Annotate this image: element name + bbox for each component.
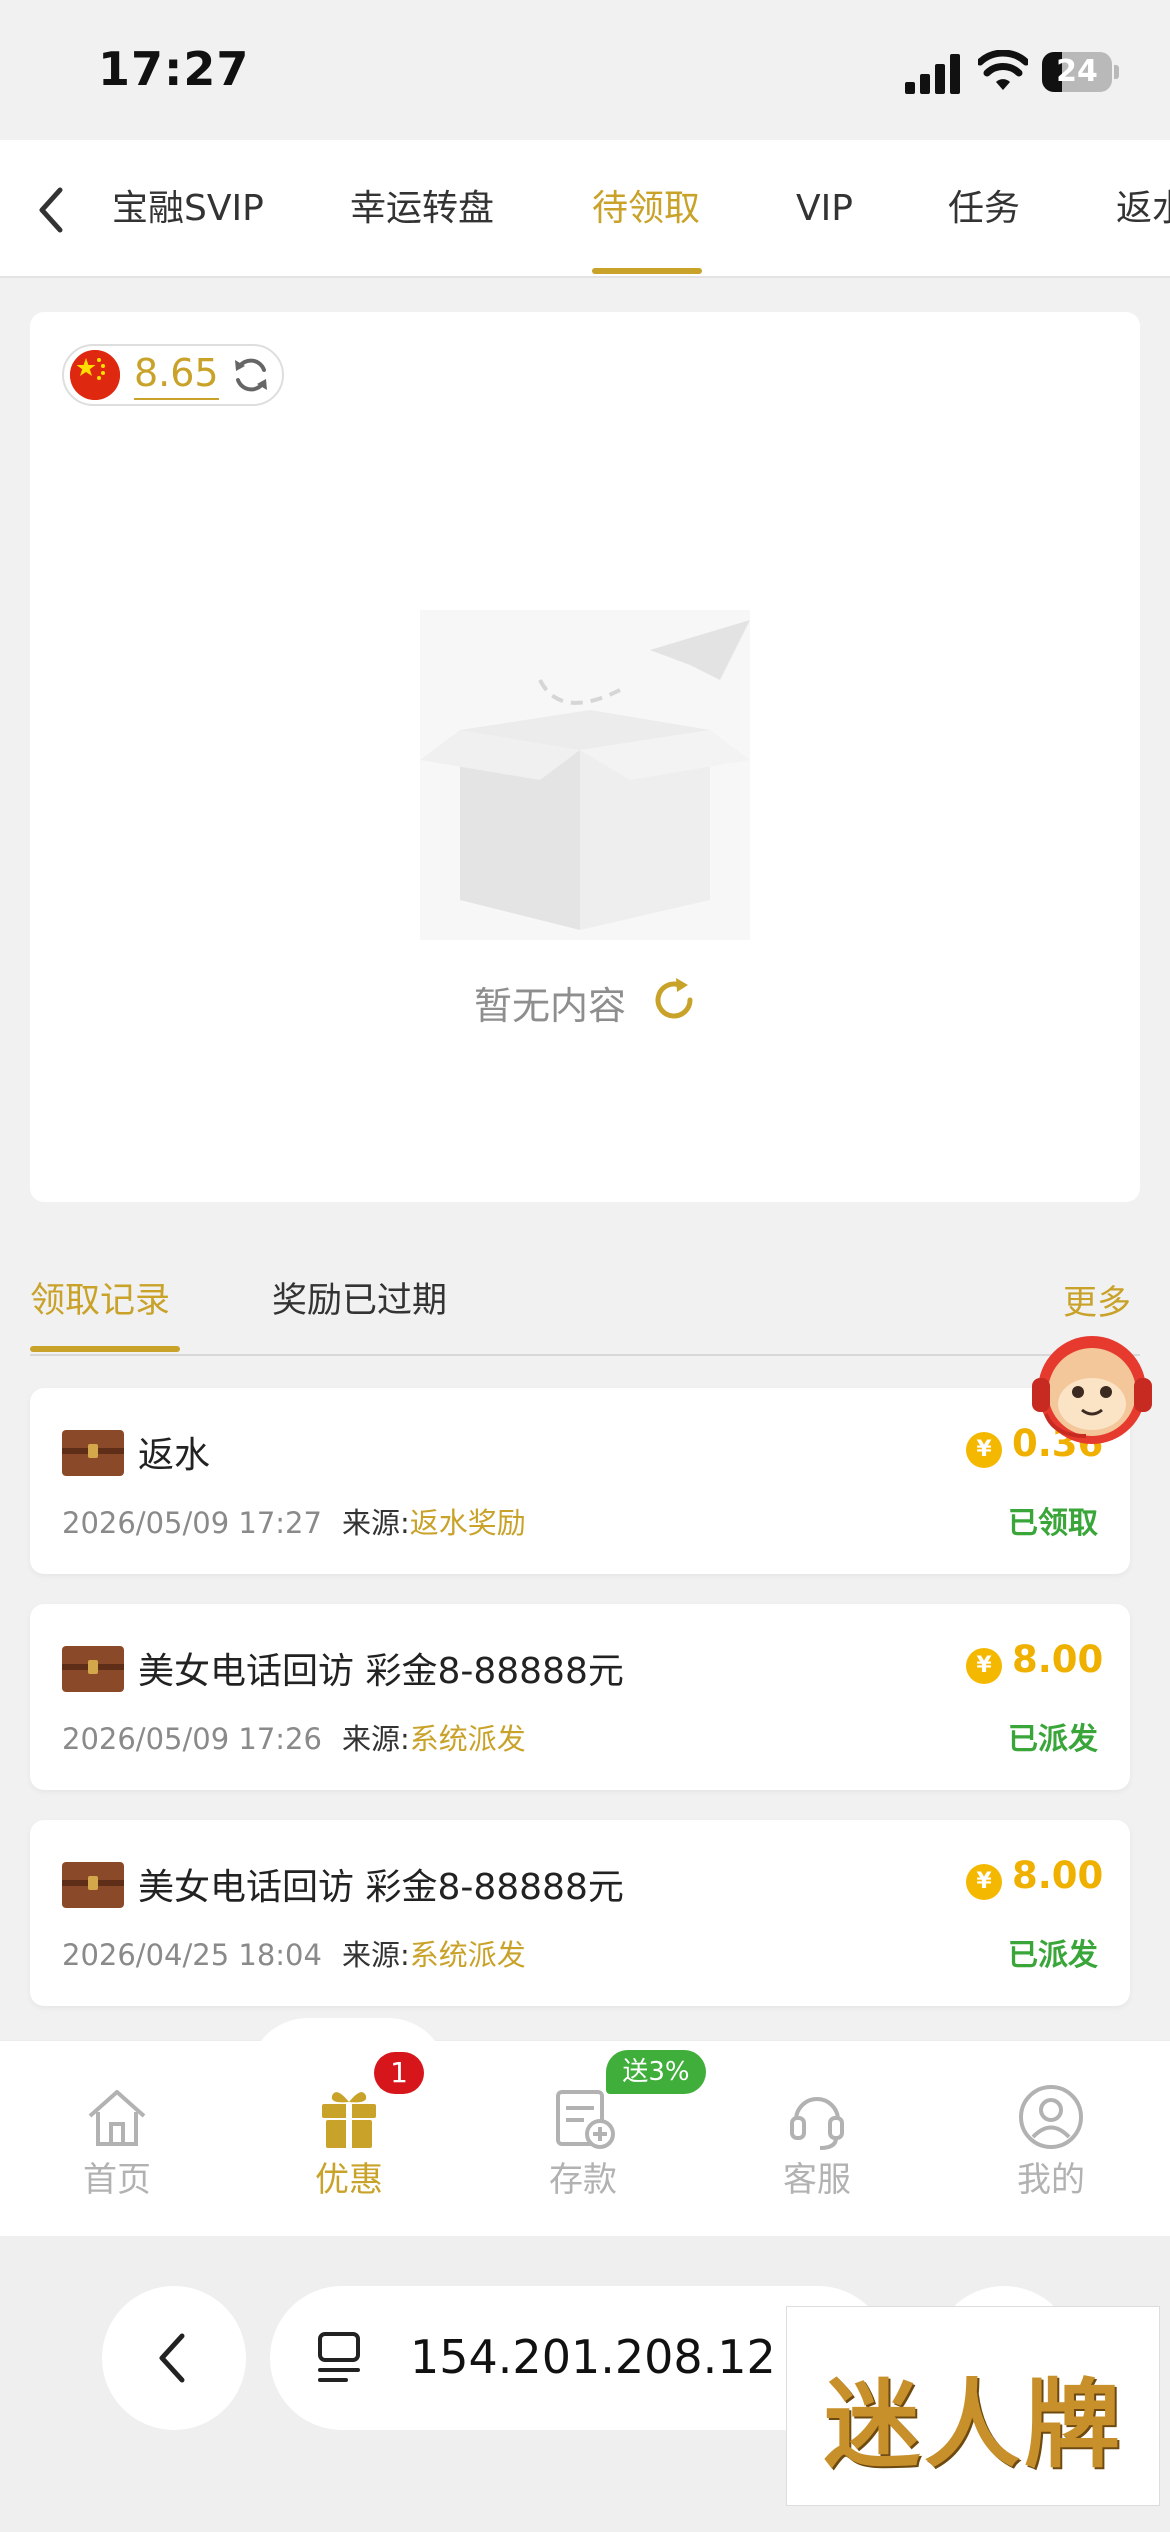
record-datetime: 2026/05/09 17:27: [62, 1506, 322, 1540]
record-source-label: 来源:: [341, 1938, 410, 1972]
nav-home[interactable]: 首页: [42, 2040, 192, 2236]
cellular-signal-icon: [905, 54, 960, 94]
record-status: 已派发: [1008, 1722, 1098, 1757]
more-link[interactable]: 更多: [1063, 1275, 1131, 1324]
nav-support-label: 客服: [783, 2160, 851, 2200]
record-datetime: 2026/05/09 17:26: [62, 1722, 322, 1756]
record-title: 返水: [138, 1435, 211, 1476]
promo-tabs-header: 宝融SVIP 幸运转盘 待领取 VIP 任务 返水: [0, 140, 1170, 278]
home-icon: [88, 2090, 146, 2146]
tab-tasks[interactable]: 任务: [948, 140, 1020, 276]
record-meta: 2026/05/09 17:26 来源:系统派发: [62, 1716, 526, 1758]
tab-vip[interactable]: VIP: [796, 140, 853, 276]
battery-cap: [1114, 65, 1119, 79]
watermark-logo: 迷人牌: [786, 2306, 1160, 2506]
record-status: 已派发: [1008, 1938, 1098, 1973]
tab-svip[interactable]: 宝融SVIP: [112, 140, 264, 276]
coin-icon: ¥: [966, 1648, 1002, 1684]
record-item[interactable]: 返水 2026/05/09 17:27 来源:返水奖励 ¥ 0.36 已领取: [30, 1388, 1130, 1574]
empty-state-text: 暂无内容: [474, 984, 627, 1028]
treasure-chest-icon: [62, 1862, 124, 1908]
customer-service-mascot-icon[interactable]: [1024, 1318, 1160, 1450]
promotions-count-badge: 1: [374, 2052, 424, 2094]
record-item[interactable]: 美女电话回访 彩金8-88888元 2026/04/25 18:04 来源:系统派…: [30, 1820, 1130, 2006]
tab-rebate[interactable]: 返水: [1116, 140, 1170, 276]
record-tabs-divider: [30, 1354, 1140, 1356]
nav-deposit-label: 存款: [549, 2160, 617, 2200]
coin-icon: ¥: [966, 1432, 1002, 1468]
balance-value: 8.65: [134, 346, 219, 400]
empty-box-illustration: [420, 610, 750, 940]
record-amount: 8.00: [1012, 1854, 1104, 1897]
record-title: 美女电话回访 彩金8-88888元: [138, 1651, 624, 1692]
record-title: 美女电话回访 彩金8-88888元: [138, 1867, 624, 1908]
tab-pending[interactable]: 待领取: [592, 140, 700, 276]
refresh-icon[interactable]: [650, 976, 698, 1024]
record-source-label: 来源:: [341, 1722, 410, 1756]
nav-profile-label: 我的: [1017, 2160, 1085, 2200]
active-tab-indicator: [592, 268, 702, 274]
nav-profile[interactable]: 我的: [976, 2040, 1126, 2236]
nav-support[interactable]: 客服: [742, 2040, 892, 2236]
battery-icon: 24: [1042, 52, 1112, 92]
record-tab-indicator: [30, 1346, 180, 1352]
tab-lucky-wheel[interactable]: 幸运转盘: [350, 140, 494, 276]
coin-icon: ¥: [966, 1864, 1002, 1900]
browser-url-text: 154.201.208.12: [410, 2330, 776, 2384]
back-arrow-icon[interactable]: [28, 180, 78, 240]
refresh-balance-icon[interactable]: [230, 354, 272, 396]
record-amount: 8.00: [1012, 1638, 1104, 1681]
record-status: 已领取: [1008, 1506, 1098, 1541]
nav-promotions-label: 优惠: [315, 2160, 383, 2200]
nav-home-label: 首页: [83, 2160, 151, 2200]
record-item[interactable]: 美女电话回访 彩金8-88888元 2026/05/09 17:26 来源:系统派…: [30, 1604, 1130, 1790]
wifi-icon: [978, 50, 1028, 90]
browser-back-button[interactable]: [102, 2286, 246, 2430]
gift-icon: [322, 2092, 376, 2148]
status-time: 17:27: [98, 42, 250, 96]
record-source: 返水奖励: [409, 1506, 526, 1540]
record-meta: 2026/05/09 17:27 来源:返水奖励: [62, 1500, 526, 1542]
watermark-text: 迷人牌: [824, 2368, 1124, 2481]
record-source: 系统派发: [409, 1722, 526, 1756]
page-menu-icon: [318, 2332, 360, 2382]
chevron-left-icon: [159, 2333, 185, 2383]
record-source-label: 来源:: [341, 1506, 410, 1540]
record-meta: 2026/04/25 18:04 来源:系统派发: [62, 1932, 526, 1974]
record-datetime: 2026/04/25 18:04: [62, 1938, 322, 1972]
tab-expired-rewards[interactable]: 奖励已过期: [272, 1272, 447, 1323]
deposit-bonus-badge: 送3%: [606, 2050, 706, 2094]
record-source: 系统派发: [409, 1938, 526, 1972]
headset-icon: [790, 2097, 844, 2150]
treasure-chest-icon: [62, 1646, 124, 1692]
user-icon: [1019, 2085, 1083, 2149]
battery-percent: 24: [1056, 54, 1098, 89]
tab-claim-records[interactable]: 领取记录: [30, 1272, 170, 1323]
treasure-chest-icon: [62, 1430, 124, 1476]
china-flag-icon: [70, 350, 120, 400]
